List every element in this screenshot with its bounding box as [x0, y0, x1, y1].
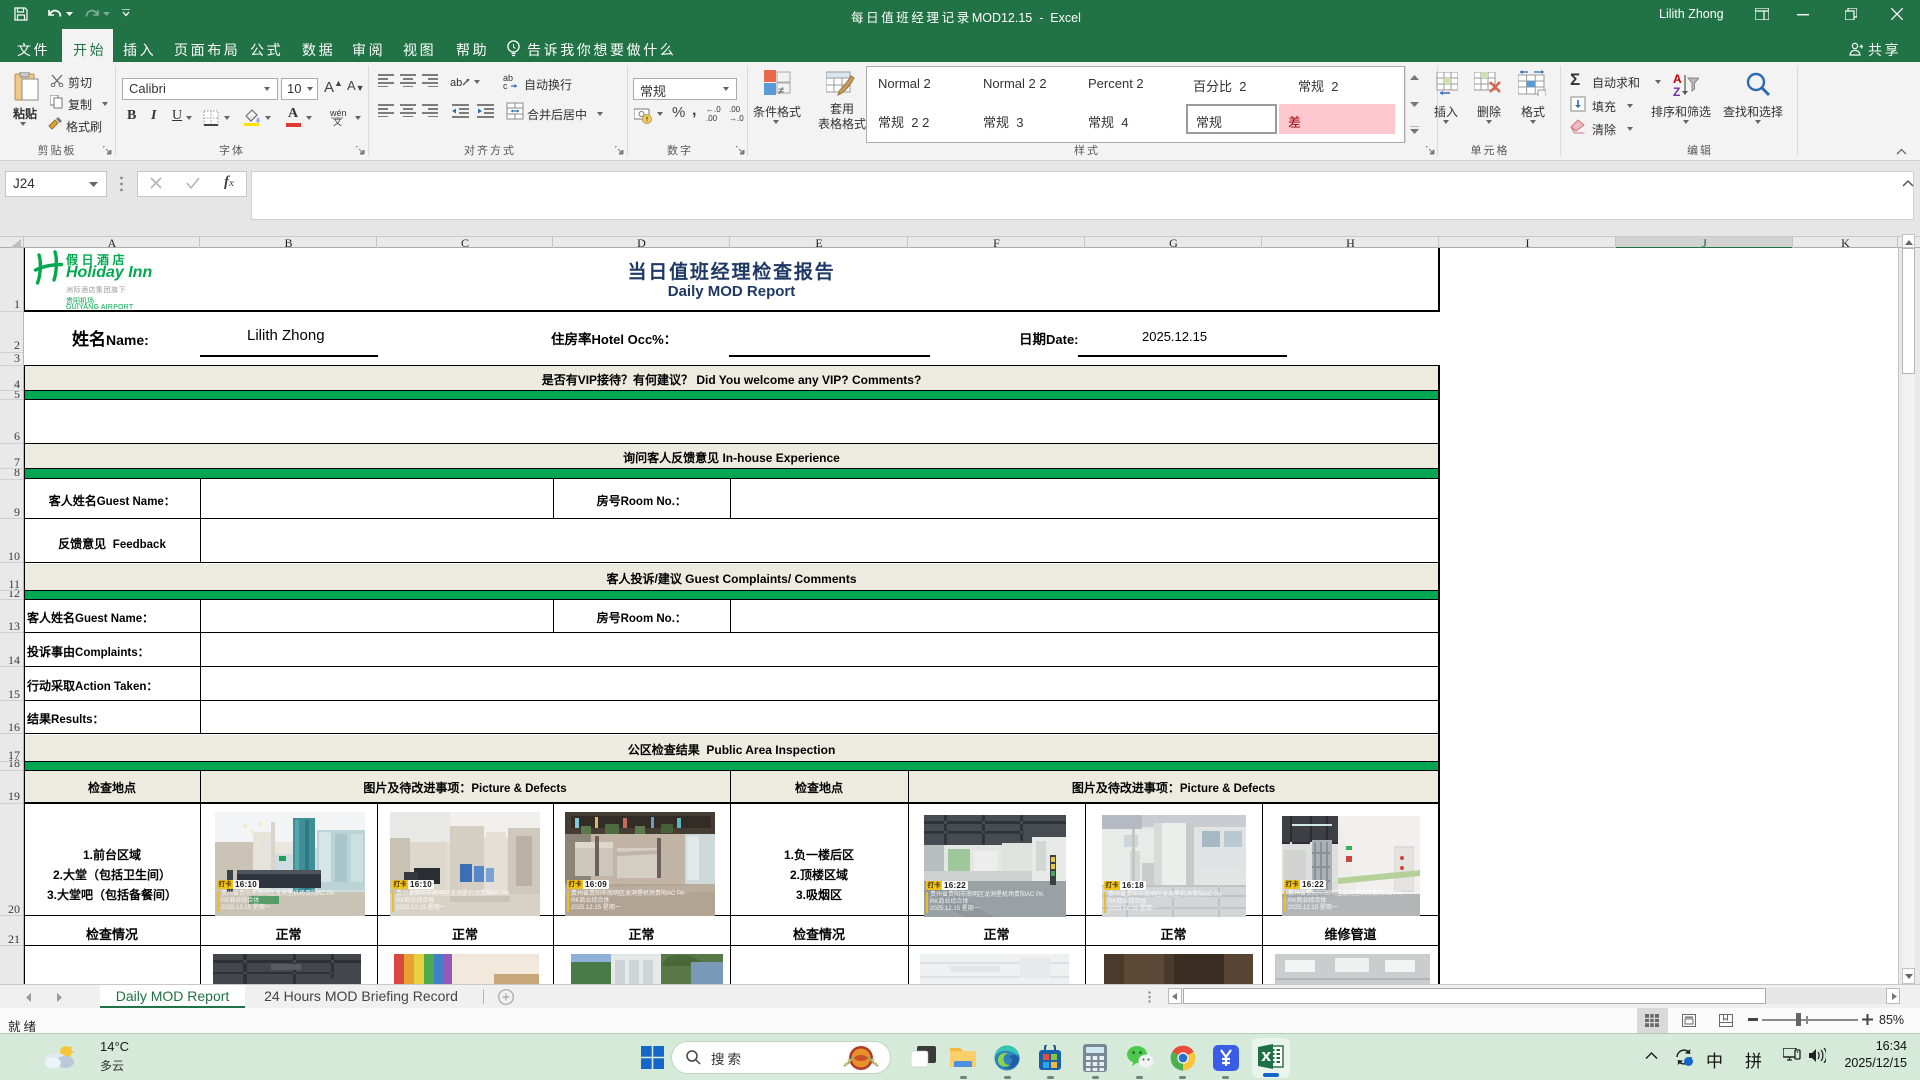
svg-text:c: c [503, 81, 508, 90]
svg-text:.00: .00 [706, 114, 718, 122]
svg-text:≠: ≠ [778, 85, 784, 97]
svg-text:Z: Z [1673, 85, 1680, 98]
svg-text:→.0: →.0 [729, 114, 744, 122]
svg-text:←.0: ←.0 [706, 105, 721, 114]
svg-text:ab: ab [450, 77, 462, 89]
svg-text:A: A [1673, 72, 1682, 86]
svg-text:.00: .00 [729, 105, 741, 114]
